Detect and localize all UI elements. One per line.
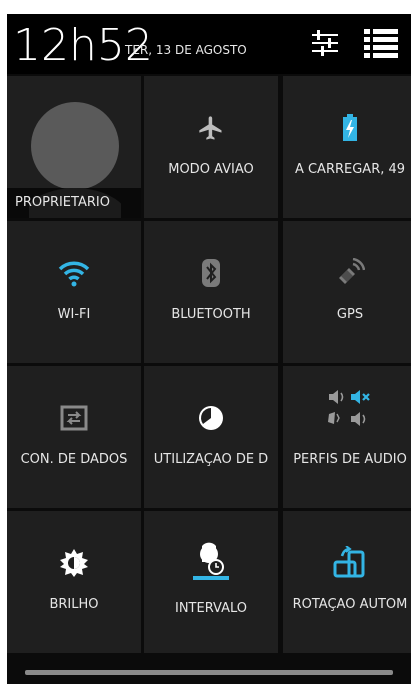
- data-label: CON. DE DADOS: [20, 452, 128, 467]
- tile-data-usage[interactable]: UTILIZAÇÃO DE D: [144, 366, 278, 508]
- audio-profiles-icon: [328, 390, 370, 426]
- gps-label: GPS: [336, 307, 364, 322]
- bluetooth-label: BLUETOOTH: [171, 307, 251, 322]
- owner-label: PROPRIETÁRIO: [15, 195, 110, 210]
- usage-label: UTILIZAÇÃO DE D: [153, 452, 269, 467]
- tile-airplane-mode[interactable]: MODO AVIÃO: [144, 76, 278, 218]
- tile-owner[interactable]: PROPRIETÁRIO: [7, 76, 141, 218]
- auto-rotate-icon: [333, 546, 365, 578]
- panel-drag-handle[interactable]: [25, 670, 393, 675]
- date: TER, 13 DE AGOSTO: [125, 43, 247, 57]
- tile-brightness[interactable]: BRILHO: [7, 511, 141, 653]
- tile-gps[interactable]: GPS: [283, 221, 411, 363]
- tile-data-connection[interactable]: CON. DE DADOS: [7, 366, 141, 508]
- airplane-icon: [199, 116, 222, 140]
- gps-icon: [339, 258, 365, 284]
- battery-label: A CARREGAR, 49: [294, 162, 406, 177]
- battery-charging-icon: [343, 114, 357, 141]
- tile-wifi[interactable]: WI-FI: [7, 221, 141, 363]
- notifications-list-button[interactable]: [364, 27, 398, 59]
- wifi-label: WI-FI: [57, 307, 91, 322]
- brightness-icon: [60, 549, 88, 577]
- settings-sliders-icon: [312, 30, 338, 56]
- list-icon: [364, 29, 398, 58]
- tile-auto-rotate[interactable]: ROTAÇÃO AUTOM: [283, 511, 411, 653]
- data-usage-icon: [199, 406, 223, 430]
- quick-settings-panel: 12h52 TER, 13 DE AGOSTO PROPRIETÁRIO MOD…: [7, 14, 411, 684]
- brightness-label: BRILHO: [49, 597, 99, 612]
- tile-screen-timeout[interactable]: INTERVALO: [144, 511, 278, 653]
- bluetooth-icon: [202, 259, 220, 287]
- tile-audio-profiles[interactable]: PERFIS DE ÁUDIO: [283, 366, 411, 508]
- settings-button[interactable]: [310, 28, 340, 58]
- timeout-label: INTERVALO: [174, 601, 247, 616]
- tile-battery[interactable]: A CARREGAR, 49: [283, 76, 411, 218]
- airplane-label: MODO AVIÃO: [168, 162, 254, 177]
- audio-label: PERFIS DE ÁUDIO: [293, 452, 407, 467]
- screen-timeout-icon: [193, 542, 229, 580]
- status-header: 12h52 TER, 13 DE AGOSTO: [7, 14, 411, 74]
- tile-bluetooth[interactable]: BLUETOOTH: [144, 221, 278, 363]
- rotation-label: ROTAÇÃO AUTOM: [292, 597, 408, 612]
- data-connection-icon: [60, 405, 88, 431]
- wifi-icon: [58, 261, 90, 287]
